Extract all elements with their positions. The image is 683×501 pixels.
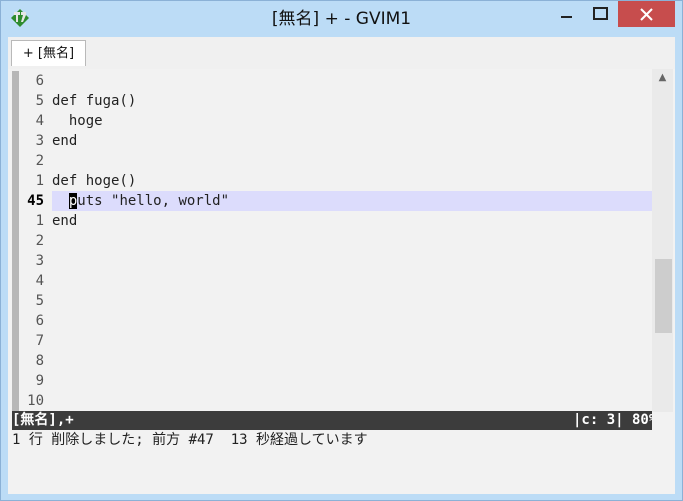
editor-line: 6 — [12, 71, 652, 91]
editor-line: 5 def fuga() — [12, 91, 652, 111]
line-number: 2 — [35, 153, 44, 169]
vim-client-area: 6 5 def fuga() 4 hoge 3 end 2 1 def hoge… — [8, 69, 675, 494]
line-number: 6 — [35, 73, 44, 89]
scroll-up-icon[interactable]: ▲ — [652, 69, 673, 86]
editor-line: 5 — [12, 291, 652, 311]
vertical-scrollbar[interactable]: ▲ — [652, 69, 673, 412]
line-number: 7 — [35, 333, 44, 349]
title-bar[interactable]: [無名] + - GVIM1 — [1, 1, 682, 37]
close-icon — [640, 8, 653, 21]
line-number: 3 — [35, 133, 44, 149]
editor-line: 9 — [12, 371, 652, 391]
line-number: 6 — [35, 313, 44, 329]
current-line-number: 45 — [27, 193, 44, 209]
line-number: 5 — [35, 293, 44, 309]
line-number: 1 — [35, 173, 44, 189]
editor-line: 8 — [12, 351, 652, 371]
line-code: hoge — [52, 113, 103, 129]
status-line: [無名],+ |c: 3| 80% — [12, 411, 652, 430]
current-line: 45 puts "hello, world" — [27, 191, 652, 211]
minimize-button[interactable] — [546, 1, 586, 27]
status-filename: [無名],+ — [12, 412, 74, 428]
status-position: |c: 3| 80% — [573, 412, 652, 428]
editor-line: 3 — [12, 251, 652, 271]
editor-line: 1 end — [12, 211, 652, 231]
editor-line: 4 hoge — [12, 111, 652, 131]
line-number: 8 — [35, 353, 44, 369]
line-number: 2 — [35, 233, 44, 249]
editor-line: 10 — [12, 391, 652, 411]
line-number: 9 — [35, 373, 44, 389]
line-code: puts "hello, world" — [52, 191, 229, 211]
text-editor[interactable]: 6 5 def fuga() 4 hoge 3 end 2 1 def hoge… — [12, 71, 652, 411]
close-button[interactable] — [618, 1, 675, 27]
gvim-window: [無名] + - GVIM1 + [無名] 6 5 def fuga() 4 h… — [0, 0, 683, 501]
line-number: 4 — [35, 113, 44, 129]
line-number: 10 — [27, 393, 44, 409]
tab-bar: + [無名] — [8, 37, 675, 70]
editor-line: 4 — [12, 271, 652, 291]
line-code: def fuga() — [52, 93, 137, 109]
line-code: end — [52, 213, 78, 229]
editor-line: 2 — [12, 151, 652, 171]
editor-line: 2 — [12, 231, 652, 251]
editor-line: 6 — [12, 311, 652, 331]
editor-line: 1 def hoge() — [12, 171, 652, 191]
line-code: end — [52, 133, 78, 149]
maximize-button[interactable] — [586, 1, 616, 27]
scrollbar-thumb[interactable] — [655, 259, 672, 333]
tab-unnamed[interactable]: + [無名] — [11, 40, 86, 66]
line-number: 4 — [35, 273, 44, 289]
line-number: 3 — [35, 253, 44, 269]
editor-line: 3 end — [12, 131, 652, 151]
line-number: 5 — [35, 93, 44, 109]
code-rest: uts "hello, world" — [77, 193, 230, 209]
line-code: def hoge() — [52, 173, 137, 189]
editor-line: 7 — [12, 331, 652, 351]
minimize-icon — [561, 16, 572, 18]
line-number: 1 — [35, 213, 44, 229]
maximize-icon — [593, 7, 608, 20]
command-message-line: 1 行 削除しました; 前方 #47 13 秒経過しています — [12, 432, 368, 448]
